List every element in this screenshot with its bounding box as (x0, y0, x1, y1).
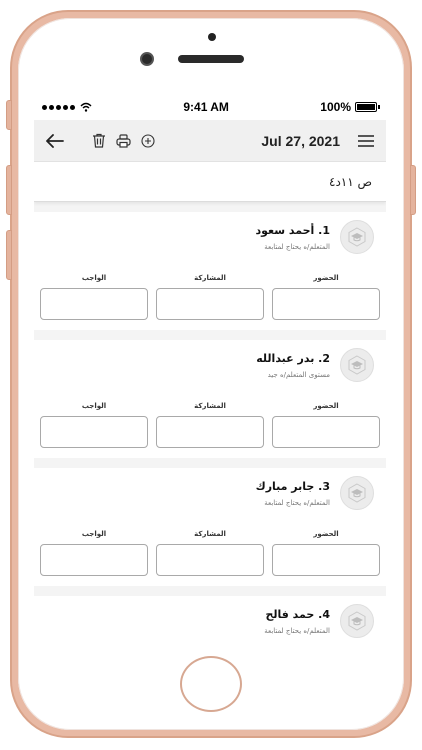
student-note: مستوى المتعلم/ه جيد (267, 371, 330, 379)
graduation-cap-icon (340, 476, 374, 510)
attendance-field[interactable] (272, 288, 380, 320)
student-name: 1. أحمد سعود (255, 224, 331, 237)
battery-percent: 100% (320, 100, 351, 114)
battery-indicator: 100% (320, 100, 380, 114)
student-card: 3. جابر مبارك المتعلم/ه يحتاج لمتابعة ال… (34, 468, 386, 586)
side-button-volume-down (6, 230, 12, 280)
attendance-label: الحضور (313, 274, 339, 282)
earpiece-speaker (178, 55, 244, 63)
menu-icon[interactable] (358, 134, 374, 147)
student-note: المتعلم/ه يحتاج لمتابعة (264, 499, 330, 507)
attendance-label: الحضور (313, 402, 339, 410)
student-name: 2. بدر عبدالله (256, 352, 330, 365)
homework-label: الواجب (81, 402, 107, 410)
participation-label: المشاركة (194, 274, 226, 282)
participation-label: المشاركة (194, 402, 226, 410)
student-card: 2. بدر عبدالله مستوى المتعلم/ه جيد الحضو… (34, 340, 386, 458)
sensor-dot (208, 33, 216, 41)
toolbar: Jul 27, 2021 (34, 120, 386, 162)
wifi-icon (80, 102, 92, 112)
back-arrow-icon[interactable] (46, 133, 64, 148)
participation-field[interactable] (156, 416, 264, 448)
status-time: 9:41 AM (183, 100, 229, 114)
attendance-field[interactable] (272, 544, 380, 576)
attendance-field[interactable] (272, 416, 380, 448)
student-note: المتعلم/ه يحتاج لمتابعة (264, 243, 330, 251)
status-bar: 9:41 AM 100% (34, 94, 386, 120)
add-circle-icon[interactable] (141, 133, 155, 148)
attendance-label: الحضور (313, 530, 339, 538)
participation-label: المشاركة (194, 530, 226, 538)
battery-icon (355, 102, 377, 112)
app-screen: 9:41 AM 100% Jul 27, 2021 ص ١١د٤ 1. أحمد… (34, 94, 386, 646)
class-label: ص ١١د٤ (328, 174, 372, 189)
student-card: 4. حمد فالح المتعلم/ه يحتاج لمتابعة (34, 596, 386, 646)
participation-field[interactable] (156, 288, 264, 320)
date-label[interactable]: Jul 27, 2021 (261, 133, 340, 149)
homework-label: الواجب (81, 530, 107, 538)
homework-field[interactable] (40, 544, 148, 576)
side-button-volume-up (6, 165, 12, 215)
graduation-cap-icon (340, 348, 374, 382)
side-button-mute (6, 100, 12, 130)
front-camera (140, 52, 154, 66)
trash-icon[interactable] (92, 133, 106, 148)
homework-label: الواجب (81, 274, 107, 282)
student-note: المتعلم/ه يحتاج لمتابعة (264, 627, 330, 635)
graduation-cap-icon (340, 604, 374, 638)
print-icon[interactable] (116, 133, 131, 148)
home-button[interactable] (180, 656, 242, 712)
graduation-cap-icon (340, 220, 374, 254)
participation-field[interactable] (156, 544, 264, 576)
student-name: 4. حمد فالح (265, 608, 330, 621)
signal-icon (42, 102, 92, 112)
class-header: ص ١١د٤ (34, 162, 386, 202)
student-card: 1. أحمد سعود المتعلم/ه يحتاج لمتابعة الح… (34, 212, 386, 330)
homework-field[interactable] (40, 416, 148, 448)
student-name: 3. جابر مبارك (255, 480, 330, 493)
side-button-power (410, 165, 416, 215)
homework-field[interactable] (40, 288, 148, 320)
